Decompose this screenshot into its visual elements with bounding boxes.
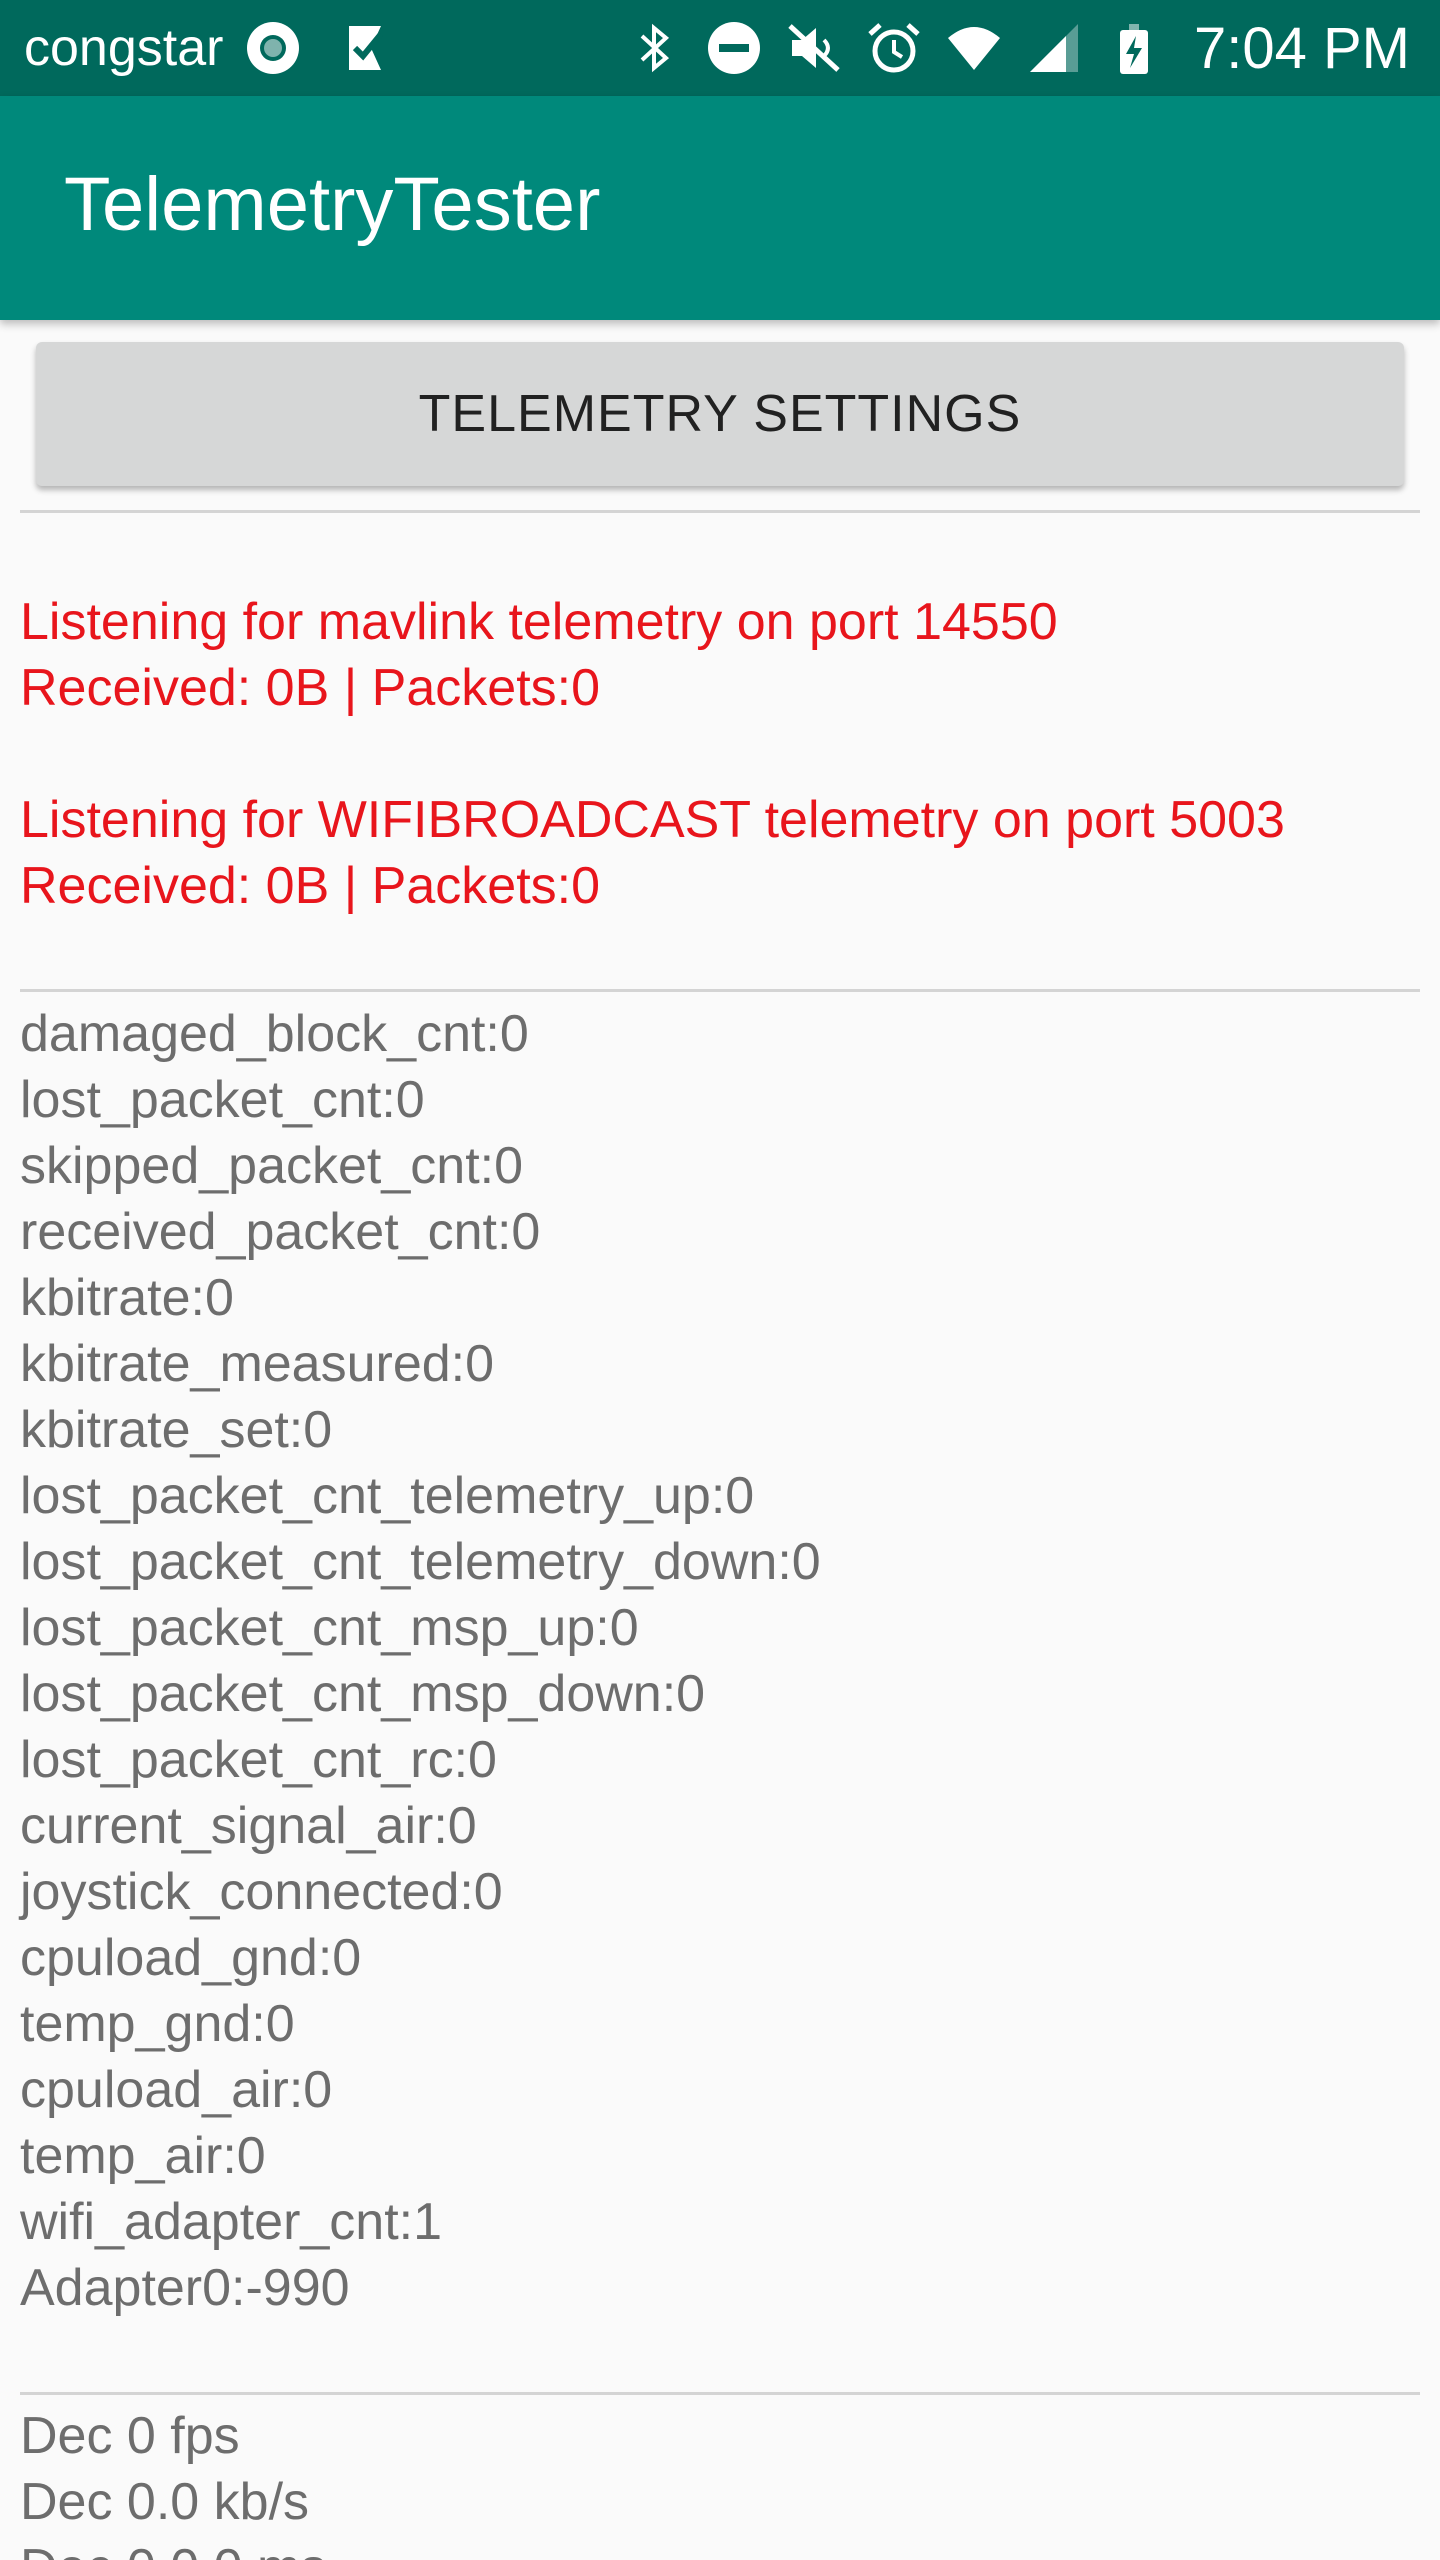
divider [20, 2392, 1420, 2395]
divider [20, 989, 1420, 992]
wifibroadcast-listening-text: Listening for WIFIBROADCAST telemetry on… [20, 791, 1285, 849]
mavlink-received-text: Received: 0B | Packets:0 [20, 659, 601, 717]
stat-line: skipped_packet_cnt:0 [20, 1137, 524, 1195]
stat-line: temp_air:0 [20, 2127, 266, 2185]
cell-signal-icon [1026, 20, 1082, 76]
stat-line: lost_packet_cnt_telemetry_down:0 [20, 1533, 821, 1591]
mavlink-listening-text: Listening for mavlink telemetry on port … [20, 593, 1058, 651]
stat-line: cpuload_air:0 [20, 2061, 333, 2119]
wifibroadcast-status: Listening for WIFIBROADCAST telemetry on… [20, 787, 1285, 919]
stat-line: wifi_adapter_cnt:1 [20, 2193, 443, 2251]
telemetry-settings-button[interactable]: TELEMETRY SETTINGS [36, 342, 1404, 486]
decoder-stats: Dec 0 fps Dec 0.0 kb/s Dec 0.0 0 ms [20, 2403, 326, 2560]
record-icon [245, 20, 301, 76]
stat-line: current_signal_air:0 [20, 1797, 477, 1855]
stat-line: cpuload_gnd:0 [20, 1929, 362, 1987]
app-title: TelemetryTester [64, 161, 601, 247]
mavlink-status: Listening for mavlink telemetry on port … [20, 589, 1058, 721]
stat-line: kbitrate_measured:0 [20, 1335, 495, 1393]
stat-line: damaged_block_cnt:0 [20, 1005, 529, 1063]
stat-line: received_packet_cnt:0 [20, 1203, 541, 1261]
decoder-fps: Dec 0 fps [20, 2407, 240, 2465]
stat-line: joystick_connected:0 [20, 1863, 503, 1921]
stat-line: lost_packet_cnt_msp_up:0 [20, 1599, 639, 1657]
stat-line: kbitrate:0 [20, 1269, 234, 1327]
carrier-name: congstar [24, 19, 224, 77]
battery-charging-icon [1106, 20, 1162, 76]
stats-list: damaged_block_cnt:0 lost_packet_cnt:0 sk… [20, 1001, 821, 2321]
app-bar: TelemetryTester [0, 96, 1440, 320]
decoder-latency: Dec 0.0 0 ms [20, 2535, 326, 2560]
status-bar: congstar 7:04 PM [0, 0, 1440, 96]
stat-line: temp_gnd:0 [20, 1995, 295, 2053]
stat-line: lost_packet_cnt_rc:0 [20, 1731, 497, 1789]
clock: 7:04 PM [1194, 15, 1410, 81]
stat-line: Adapter0:-990 [20, 2259, 350, 2317]
task-check-icon [341, 20, 397, 76]
bluetooth-icon [626, 20, 682, 76]
alarm-icon [866, 20, 922, 76]
wifi-icon [946, 20, 1002, 76]
divider [20, 510, 1420, 513]
wifibroadcast-received-text: Received: 0B | Packets:0 [20, 857, 601, 915]
stat-line: lost_packet_cnt:0 [20, 1071, 425, 1129]
stat-line: kbitrate_set:0 [20, 1401, 333, 1459]
decoder-bitrate: Dec 0.0 kb/s [20, 2473, 310, 2531]
do-not-disturb-icon [706, 20, 762, 76]
stat-line: lost_packet_cnt_msp_down:0 [20, 1665, 706, 1723]
mute-icon [786, 20, 842, 76]
stat-line: lost_packet_cnt_telemetry_up:0 [20, 1467, 755, 1525]
